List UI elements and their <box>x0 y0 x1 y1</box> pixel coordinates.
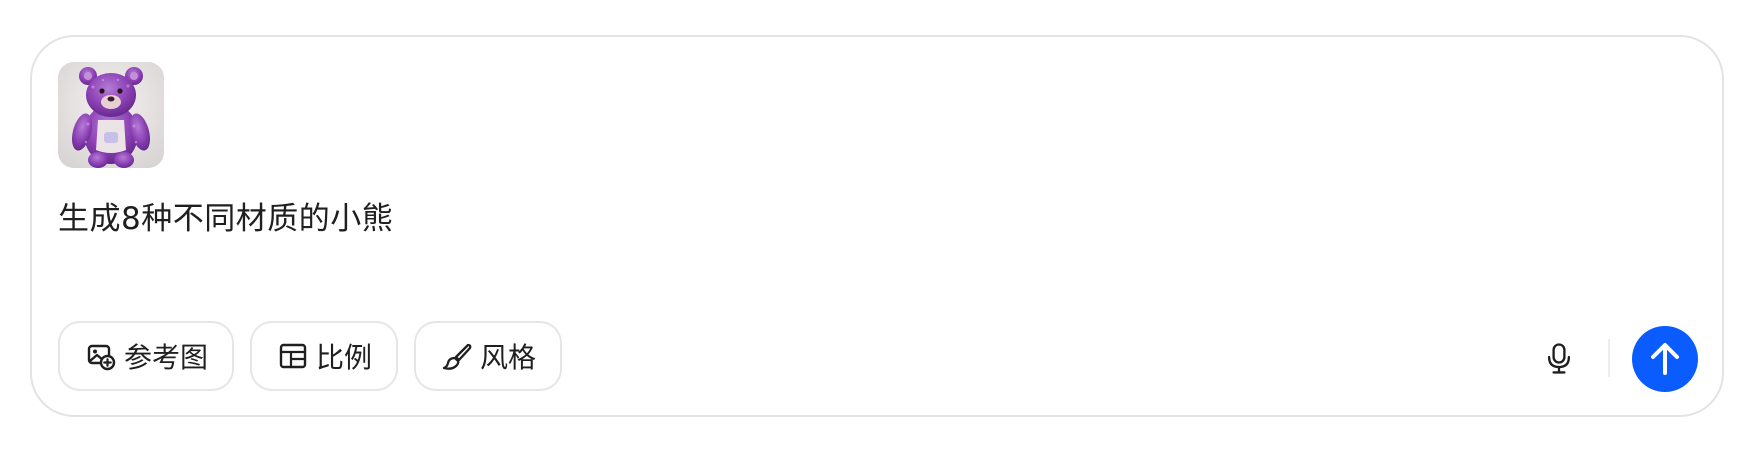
reference-image-label: 参考图 <box>124 341 209 374</box>
aspect-ratio-button[interactable]: 比例 <box>250 321 398 391</box>
teddy-bear-image <box>58 62 164 168</box>
style-label: 风格 <box>480 341 537 374</box>
aspect-ratio-icon <box>278 340 308 372</box>
prompt-composer: 生成8种不同材质的小熊 参考图 比例 风格 <box>30 35 1724 417</box>
style-button[interactable]: 风格 <box>414 321 562 391</box>
arrow-up-icon <box>1632 326 1698 392</box>
aspect-ratio-label: 比例 <box>316 341 373 374</box>
attachment-thumbnail[interactable] <box>58 62 164 168</box>
send-button[interactable] <box>1632 326 1698 392</box>
reference-image-button[interactable]: 参考图 <box>58 321 234 391</box>
toolbar-divider <box>1608 339 1610 377</box>
microphone-icon <box>1547 343 1571 374</box>
brush-icon <box>442 340 472 372</box>
image-add-icon <box>86 340 116 372</box>
voice-input-button[interactable] <box>1539 338 1579 378</box>
prompt-input[interactable]: 生成8种不同材质的小熊 <box>58 199 393 239</box>
